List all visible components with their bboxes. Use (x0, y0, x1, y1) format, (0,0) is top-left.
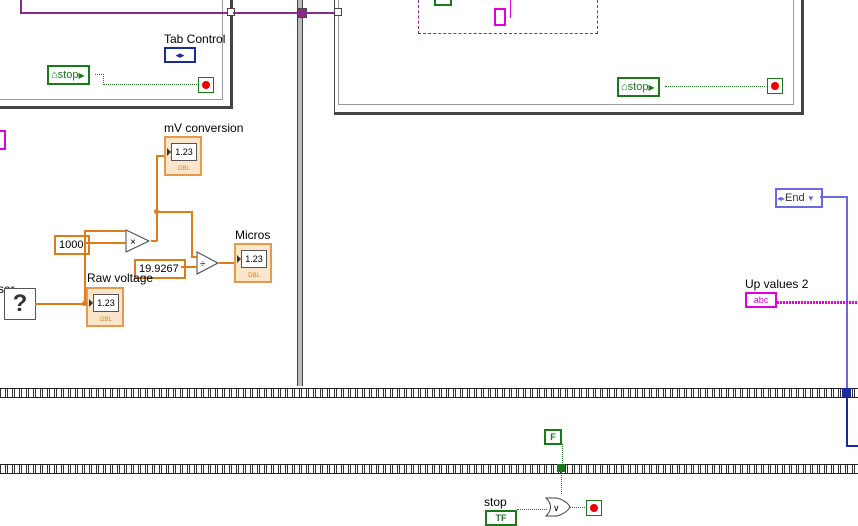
false-constant[interactable]: F (544, 429, 562, 445)
purple-wire-left (20, 0, 22, 12)
divide-icon: ÷ (200, 259, 206, 270)
play-arrow-icon: ▶ (78, 71, 85, 80)
green-terminal-top (434, 0, 452, 6)
pink-string-node (494, 8, 506, 26)
wire-to-div-v (191, 211, 193, 257)
multiply-node-outline: × (125, 229, 151, 253)
or-out-wire (570, 507, 585, 508)
center-frame-divider (297, 0, 303, 386)
mv-conversion-label: mV conversion (164, 121, 244, 135)
stop-button-right[interactable]: ⌂stop▶ (617, 77, 660, 97)
multiply-icon: × (130, 237, 136, 248)
raw-voltage-indicator: 1.23 DBL (86, 287, 124, 327)
up-values-string-terminal[interactable]: abc (745, 292, 777, 308)
micros-indicator: 1.23 DBL (234, 243, 272, 283)
wire-raw-to-mult (84, 230, 126, 232)
pink-node-left-edge (0, 130, 6, 150)
wire-div-out (219, 262, 234, 264)
micros-label: Micros (235, 228, 271, 242)
string-wire (777, 301, 858, 304)
divide-node: ÷ (196, 251, 220, 275)
wire-1000-out (84, 242, 126, 244)
tab-control-label: Tab Control (164, 32, 226, 46)
home-icon: ⌂ (51, 69, 58, 81)
wire-mult-up (156, 155, 158, 241)
pink-wire (506, 0, 511, 18)
up-values-label: Up values 2 (745, 277, 809, 291)
purple-wire-top (20, 12, 228, 14)
mv-conversion-indicator: 1.23 DBL (164, 136, 202, 176)
enum-wire-h (820, 196, 848, 198)
green-wire-left-2 (103, 84, 197, 85)
enum-arrows-icon: ◂▸ (777, 194, 786, 203)
wire-const-to-div (181, 266, 197, 268)
while-loop-bottom-border (0, 464, 858, 474)
blue-wire-down (846, 397, 858, 447)
wire-to-div-h (156, 211, 192, 213)
or-icon: ∨ (553, 503, 560, 513)
green-shift-register (557, 464, 565, 472)
wire-junction-raw (82, 301, 87, 306)
question-subvi[interactable]: ? (4, 288, 36, 320)
play-arrow-icon: ▶ (648, 83, 655, 92)
wire-to-mv (156, 155, 164, 157)
shift-wire-down (561, 472, 562, 494)
stop-button-left[interactable]: ⌂stop▶ (47, 65, 90, 85)
bool-wire-bottom (517, 509, 547, 510)
wire-raw-up (84, 230, 86, 304)
sequence-frame-top (0, 388, 858, 398)
enum-wire-v (846, 196, 848, 392)
loop-stop-terminal-right (767, 78, 783, 94)
tunnel-right (334, 8, 342, 16)
wire-subvi-out (35, 303, 86, 305)
raw-voltage-label: Raw voltage (87, 271, 154, 285)
loop-stop-terminal-left (198, 77, 214, 93)
purple-wire-mid (233, 12, 337, 14)
wire-to-div-in (191, 256, 197, 258)
dropdown-arrow-icon: ▼ (804, 194, 815, 203)
or-node: ∨ (545, 497, 571, 517)
loop-stop-terminal-bottom (586, 500, 602, 516)
blue-tunnel (842, 388, 851, 397)
end-enum-constant[interactable]: ◂▸End ▼ (775, 188, 823, 208)
home-icon: ⌂ (621, 81, 628, 93)
stop-bool-terminal[interactable]: TF (485, 510, 517, 526)
stop-label-bottom: stop (484, 495, 507, 509)
tab-control-terminal[interactable]: ◂▸ (164, 47, 196, 63)
green-wire-right (665, 86, 765, 87)
